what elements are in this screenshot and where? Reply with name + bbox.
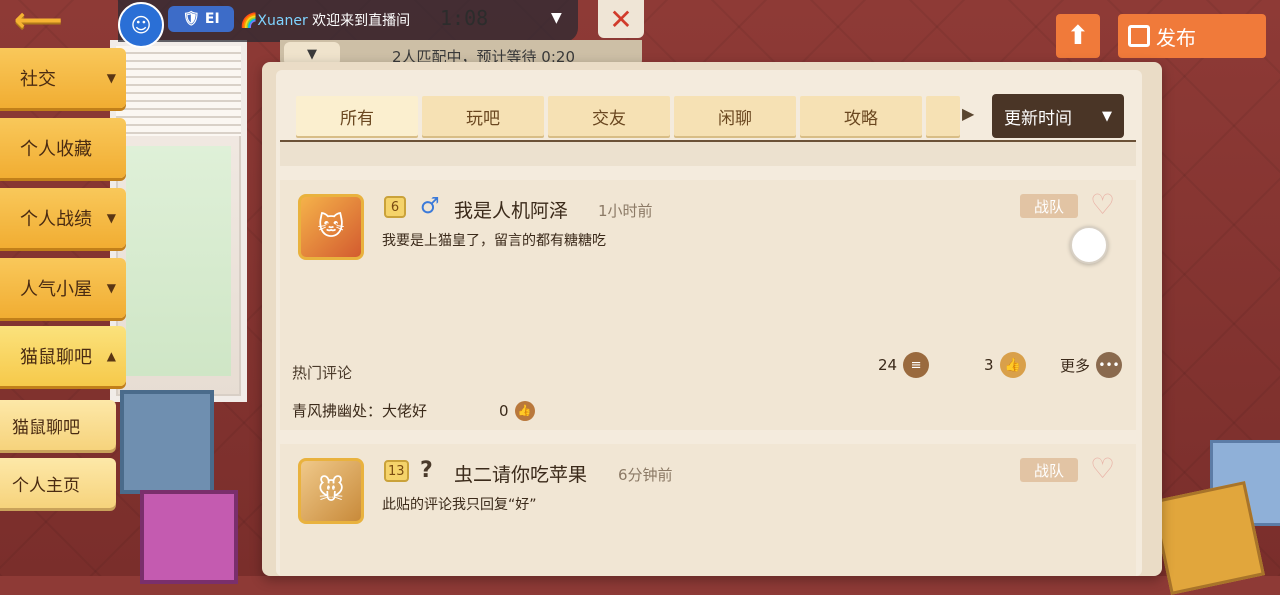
post-button[interactable]: 发布 (1118, 14, 1266, 58)
tab-all[interactable]: 所有 (296, 96, 418, 136)
post-time: 1小时前 (598, 202, 653, 220)
hot-comments-label: 热门评论 (292, 364, 353, 382)
team-badge: 战队 (1020, 458, 1078, 482)
nav-subitem-label: 猫鼠聊吧 (12, 417, 80, 438)
live-expand-icon[interactable]: ▼ (551, 10, 562, 26)
tab-chat[interactable]: 闲聊 (674, 96, 796, 136)
background-gifts (1150, 430, 1280, 595)
nav-item-record[interactable]: 个人战绩 ▼ (0, 188, 126, 248)
window-blinds (116, 46, 241, 136)
post-card[interactable]: 🐭 13 ? 虫二请你吃苹果 6分钟前 此贴的评论我只回复“好” 战队 ♡ (280, 444, 1136, 576)
sort-dropdown[interactable]: 更新时间 ▼ (992, 94, 1124, 138)
tab-friends[interactable]: 交友 (548, 96, 670, 136)
nav-item-label: 人气小屋 (20, 279, 92, 300)
nav-item-label: 猫鼠聊吧 (20, 347, 92, 368)
edit-icon (1128, 25, 1150, 47)
category-tabs: 所有 玩吧 交友 闲聊 攻略 (296, 96, 960, 136)
welcome-message: 欢迎来到直播间 (312, 13, 411, 29)
comment-icon: ≡ (903, 352, 930, 378)
background-window (110, 40, 247, 402)
like-count-value: 3 (984, 356, 994, 374)
male-icon: ♂ (420, 194, 440, 219)
nav-item-social[interactable]: 社交 ▼ (0, 48, 126, 108)
tabs-scroll-right-icon[interactable]: ▶ (962, 104, 974, 123)
chevron-up-icon: ▲ (106, 349, 116, 363)
post-button-label: 发布 (1156, 25, 1196, 50)
gift-box (1151, 481, 1265, 595)
rank-badge: 🛡 EI (168, 6, 234, 32)
heart-icon[interactable]: ♡ (1090, 188, 1115, 221)
chevron-down-icon: ▼ (1102, 108, 1112, 124)
chevron-down-icon: ▼ (106, 211, 116, 225)
chevron-down-icon: ▼ (106, 281, 116, 295)
comment-count-value: 24 (878, 356, 898, 374)
nav-item-collection[interactable]: 个人收藏 (0, 118, 126, 178)
top-comment-like-count: 0 (499, 401, 509, 420)
tab-play[interactable]: 玩吧 (422, 96, 544, 136)
nav-item-label: 个人收藏 (20, 139, 92, 160)
streamer-avatar[interactable]: ☺ (118, 2, 164, 48)
upload-icon: ⬆ (1067, 21, 1089, 51)
tab-guide[interactable]: 攻略 (800, 96, 922, 136)
post-username[interactable]: 我是人机阿泽 (454, 196, 568, 223)
comment-count[interactable]: 24 ≡ (878, 352, 930, 378)
upload-button[interactable]: ⬆ (1056, 14, 1100, 58)
question-icon: ? (420, 458, 433, 483)
nav-item-forum[interactable]: 猫鼠聊吧 ▲ (0, 326, 126, 386)
top-comment-likes[interactable]: 0 👍 (499, 400, 535, 421)
list-top-spacer (280, 142, 1136, 166)
top-comment[interactable]: 青风拂幽处：大佬好 0 👍 (292, 400, 535, 421)
streamer-nickname: 🌈Xuaner (240, 13, 308, 29)
nav-subitem-label: 个人主页 (12, 475, 80, 496)
more-label: 更多 (1060, 356, 1091, 375)
nav-subitem-profile[interactable]: 个人主页 (0, 458, 116, 508)
thumbs-up-icon: 👍 (514, 400, 535, 421)
team-badge: 战队 (1020, 194, 1078, 218)
nav-item-label: 个人战绩 (20, 209, 92, 230)
tab-more[interactable] (926, 96, 960, 136)
top-comment-text: 青风拂幽处：大佬好 (292, 402, 428, 420)
back-button[interactable]: ⟵ (14, 2, 80, 38)
toy-block (120, 390, 214, 494)
more-dots-icon: ••• (1096, 352, 1123, 378)
user-avatar[interactable]: 🐭 (298, 458, 364, 524)
nav-item-house[interactable]: 人气小屋 ▼ (0, 258, 126, 318)
post-content[interactable]: 此贴的评论我只回复“好” (382, 494, 537, 514)
post-card[interactable]: 🐱 6 ♂ 我是人机阿泽 1小时前 我要是上猫皇了，留言的都有糖糖吃 战队 ♡ … (280, 180, 1136, 430)
sort-label: 更新时间 (1004, 108, 1072, 129)
toy-block (140, 490, 238, 584)
floating-assist-button[interactable] (1070, 226, 1108, 264)
post-time: 6分钟前 (618, 466, 673, 484)
match-timer: 1:08 (440, 6, 489, 30)
chevron-down-icon: ▼ (106, 71, 116, 85)
level-badge: 13 (384, 460, 409, 482)
nav-subitem-forum[interactable]: 猫鼠聊吧 (0, 400, 116, 450)
more-button[interactable]: 更多 ••• (1060, 352, 1123, 378)
thumbs-up-icon: 👍 (999, 352, 1026, 378)
window-glass (126, 146, 231, 376)
close-button[interactable]: ✕ (598, 0, 644, 38)
level-badge: 6 (384, 196, 406, 218)
post-username[interactable]: 虫二请你吃苹果 (454, 460, 587, 487)
heart-icon[interactable]: ♡ (1090, 452, 1115, 485)
post-content[interactable]: 我要是上猫皇了，留言的都有糖糖吃 (382, 230, 606, 250)
live-welcome-text: 🌈Xuaner 欢迎来到直播间 (240, 10, 410, 30)
like-count[interactable]: 3 👍 (984, 352, 1026, 378)
nav-item-label: 社交 (20, 69, 56, 90)
user-avatar[interactable]: 🐱 (298, 194, 364, 260)
